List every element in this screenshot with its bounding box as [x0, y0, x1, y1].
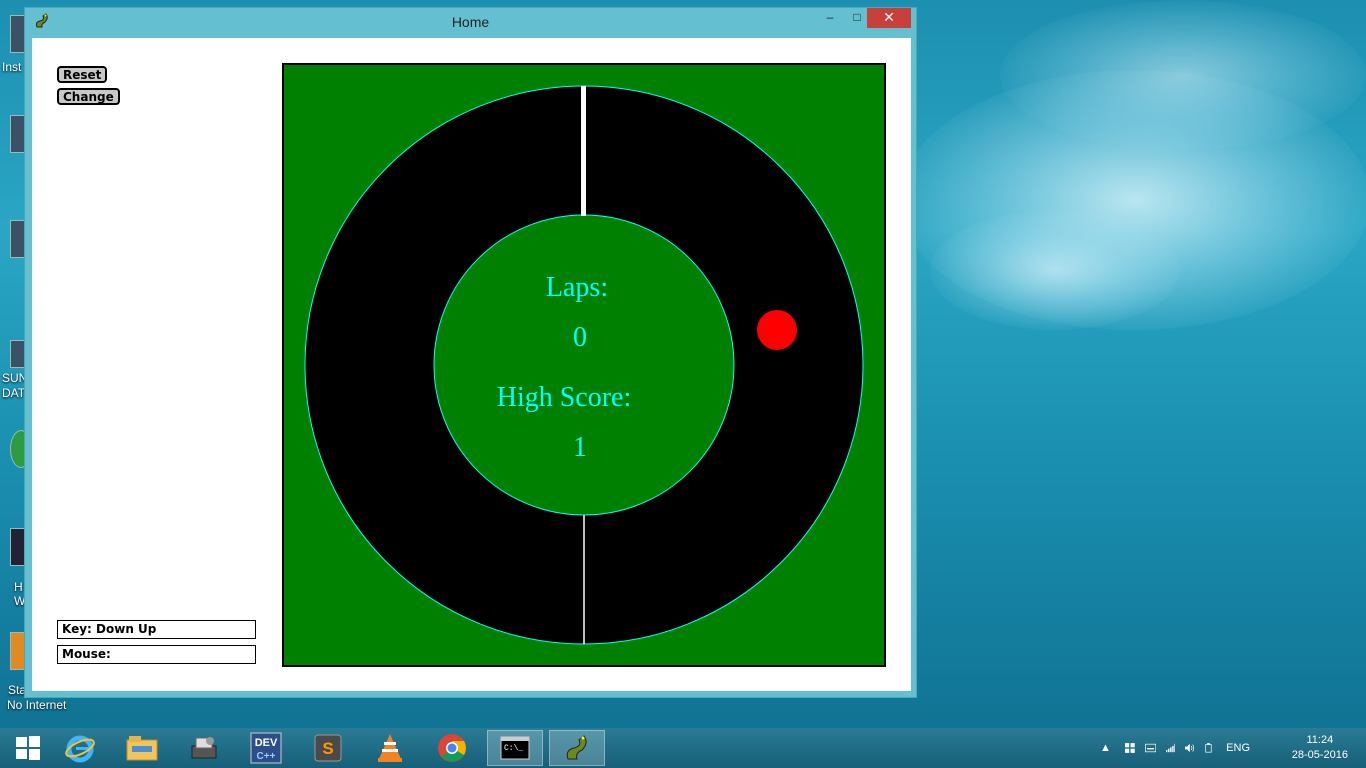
desktop-icon-label: H	[14, 580, 23, 594]
app-window: Home – □ ✕ Reset Change Key: Down Up Mou…	[24, 7, 917, 698]
key-status-field: Key: Down Up	[57, 620, 256, 639]
laps-label: Laps:	[546, 272, 608, 303]
svg-text:S: S	[322, 739, 333, 758]
window-title: Home	[451, 14, 490, 30]
sublime-text-icon[interactable]: S	[300, 730, 356, 766]
dev-cpp-icon[interactable]: DEV C++	[238, 730, 294, 766]
command-prompt-icon[interactable]: C:\_	[487, 730, 543, 766]
high-score-value: 1	[573, 432, 587, 463]
action-center-icon[interactable]	[1124, 741, 1135, 755]
wallpaper-foam	[1000, 0, 1366, 150]
power-icon[interactable]	[1205, 741, 1212, 755]
clock-time: 11:24	[1306, 734, 1334, 746]
file-explorer-icon[interactable]	[114, 730, 170, 766]
desktop-icon-label: DAT	[2, 386, 26, 400]
language-indicator[interactable]: ENG	[1226, 742, 1250, 754]
infield	[433, 214, 735, 516]
start-line	[581, 86, 586, 216]
network-status-label: No Internet	[7, 698, 67, 712]
volume-icon[interactable]	[1185, 742, 1195, 754]
system-tray: ▲ ENG	[1100, 728, 1250, 768]
clock-date: 28-05-2016	[1291, 749, 1348, 761]
taskbar: DEV C++ S C:\_ ▲ ENG 11:24 28-05-2016	[0, 728, 1366, 768]
svg-text:C:\_: C:\_	[504, 744, 523, 753]
change-button[interactable]: Change	[57, 88, 120, 105]
laps-value: 0	[573, 322, 587, 353]
snake-app-icon[interactable]	[549, 730, 605, 766]
close-button[interactable]: ✕	[867, 8, 911, 28]
client-area: Reset Change Key: Down Up Mouse: Laps: 0…	[32, 38, 911, 691]
high-score-label: High Score:	[497, 382, 632, 413]
minimize-button[interactable]: –	[818, 8, 842, 28]
title-bar[interactable]: Home – □ ✕	[25, 8, 916, 38]
keyboard-icon[interactable]	[1144, 742, 1156, 754]
svg-text:DEV: DEV	[255, 737, 278, 749]
player-ball	[757, 310, 797, 350]
game-canvas[interactable]: Laps: 0 High Score: 1	[282, 63, 886, 667]
chrome-icon[interactable]	[424, 730, 480, 766]
wallpaper-foam	[930, 210, 1180, 330]
reset-button[interactable]: Reset	[57, 66, 108, 83]
printer-setup-icon[interactable]	[176, 730, 232, 766]
clock[interactable]: 11:24 28-05-2016	[1292, 733, 1348, 763]
svg-text:C++: C++	[257, 751, 276, 762]
desktop-icon-label: Inst	[2, 60, 22, 74]
internet-explorer-icon[interactable]	[52, 730, 108, 766]
vlc-icon[interactable]	[362, 730, 418, 766]
network-icon[interactable]	[1165, 742, 1176, 754]
mouse-status-field: Mouse:	[57, 645, 256, 664]
start-icon[interactable]	[0, 730, 56, 766]
show-hidden-icons-icon[interactable]: ▲	[1100, 742, 1111, 754]
